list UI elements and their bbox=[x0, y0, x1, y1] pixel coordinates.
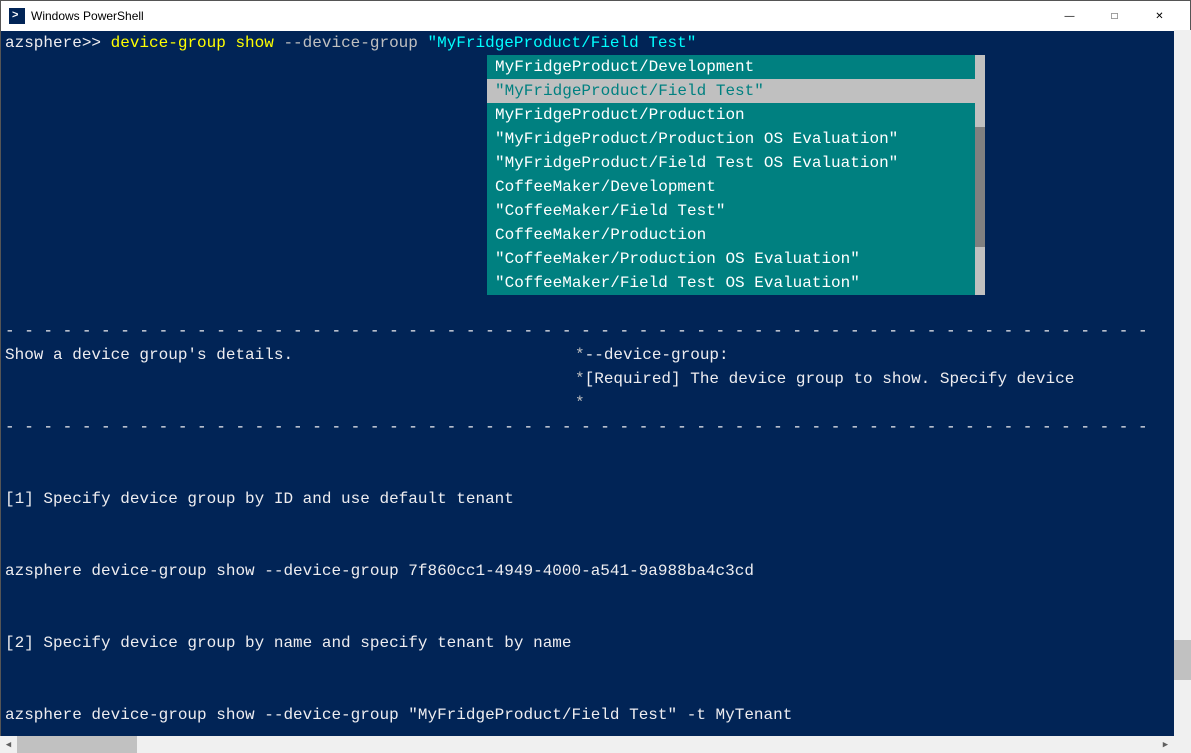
window-title: Windows PowerShell bbox=[31, 9, 1047, 23]
terminal-area[interactable]: azsphere>> device-group show --device-gr… bbox=[1, 31, 1190, 752]
flag-text: --device-group bbox=[283, 34, 427, 52]
horizontal-scrollbar-thumb[interactable] bbox=[17, 736, 137, 753]
dropdown-scrollbar-thumb[interactable] bbox=[975, 127, 985, 247]
help-param-name: --device-group: bbox=[585, 346, 729, 364]
scroll-corner bbox=[1174, 736, 1191, 753]
example-line: [1] Specify device group by ID and use d… bbox=[5, 487, 1186, 511]
completion-item[interactable]: MyFridgeProduct/Production bbox=[487, 103, 985, 127]
powershell-window: Windows PowerShell — □ ✕ azsphere>> devi… bbox=[0, 0, 1191, 753]
argument-text: "MyFridgeProduct/Field Test" bbox=[427, 34, 696, 52]
completion-item[interactable]: "CoffeeMaker/Production OS Evaluation" bbox=[487, 247, 985, 271]
vertical-scrollbar-thumb[interactable] bbox=[1174, 640, 1191, 680]
divider-line: - - - - - - - - - - - - - - - - - - - - … bbox=[5, 415, 1186, 439]
help-parameter: *--device-group: bbox=[575, 343, 1186, 367]
completion-item[interactable]: "CoffeeMaker/Field Test OS Evaluation" bbox=[487, 271, 985, 295]
help-section-row3: * bbox=[5, 391, 1186, 415]
maximize-button[interactable]: □ bbox=[1092, 1, 1137, 31]
divider-line: - - - - - - - - - - - - - - - - - - - - … bbox=[5, 319, 1186, 343]
titlebar[interactable]: Windows PowerShell — □ ✕ bbox=[1, 1, 1190, 31]
example-line: azsphere device-group show --device-grou… bbox=[5, 703, 1186, 727]
horizontal-scrollbar[interactable]: ◀ ▶ bbox=[0, 736, 1174, 753]
vertical-scrollbar[interactable] bbox=[1174, 30, 1191, 736]
completion-item[interactable]: CoffeeMaker/Development bbox=[487, 175, 985, 199]
completion-item[interactable]: "MyFridgeProduct/Field Test" bbox=[487, 79, 985, 103]
window-controls: — □ ✕ bbox=[1047, 1, 1182, 31]
help-section-row2: *[Required] The device group to show. Sp… bbox=[5, 367, 1186, 391]
help-param-desc: [Required] The device group to show. Spe… bbox=[585, 370, 1075, 388]
completion-item[interactable]: "MyFridgeProduct/Field Test OS Evaluatio… bbox=[487, 151, 985, 175]
examples-section: [1] Specify device group by ID and use d… bbox=[5, 439, 1186, 752]
command-line[interactable]: azsphere>> device-group show --device-gr… bbox=[5, 31, 1186, 55]
completion-item[interactable]: "MyFridgeProduct/Production OS Evaluatio… bbox=[487, 127, 985, 151]
help-description: Show a device group's details. bbox=[5, 343, 575, 367]
command-text: device-group show bbox=[111, 34, 284, 52]
powershell-icon bbox=[9, 8, 25, 24]
prompt-text: azsphere>> bbox=[5, 34, 111, 52]
completion-item[interactable]: CoffeeMaker/Production bbox=[487, 223, 985, 247]
scroll-right-arrow-icon[interactable]: ▶ bbox=[1157, 736, 1174, 753]
completion-item[interactable]: "CoffeeMaker/Field Test" bbox=[487, 199, 985, 223]
example-line: azsphere device-group show --device-grou… bbox=[5, 559, 1186, 583]
completion-item[interactable]: MyFridgeProduct/Development bbox=[487, 55, 985, 79]
close-button[interactable]: ✕ bbox=[1137, 1, 1182, 31]
help-section: Show a device group's details. *--device… bbox=[5, 343, 1186, 367]
example-line: [2] Specify device group by name and spe… bbox=[5, 631, 1186, 655]
minimize-button[interactable]: — bbox=[1047, 1, 1092, 31]
completion-dropdown[interactable]: MyFridgeProduct/Development"MyFridgeProd… bbox=[487, 55, 985, 295]
scroll-left-arrow-icon[interactable]: ◀ bbox=[0, 736, 17, 753]
